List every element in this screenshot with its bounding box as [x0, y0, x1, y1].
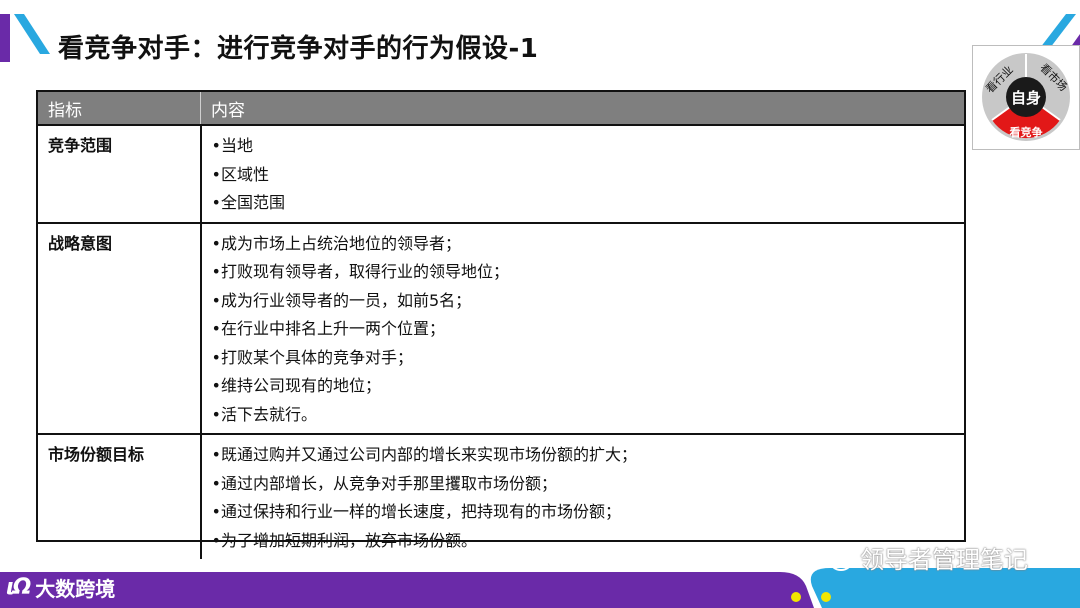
list-item: •在行业中排名上升一两个位置； [211, 319, 445, 338]
list-item: •维持公司现有的地位； [211, 376, 381, 395]
perspective-logo: 自身 看行业 看市场 看竞争 [972, 45, 1080, 150]
competitor-assumption-table: 指标 内容 竞争范围 •当地 •区域性 •全国范围 战略意图 •成为市场上占统治… [36, 90, 966, 559]
list-item: •成为市场上占统治地位的领导者； [211, 233, 461, 253]
list-item: •活下去就行。 [211, 404, 317, 424]
list-item: •既通过购并又通过公司内部的增长来实现市场份额的扩大； [211, 445, 637, 464]
row-label-share: 市场份额目标 [38, 433, 202, 559]
brand-logo: ιΩ 大数跨境 [6, 573, 115, 602]
list-item: •打败现有领导者，取得行业的领导地位； [211, 262, 509, 281]
header-content: 内容 [200, 92, 964, 125]
wechat-watermark: 领导者管理笔记 [818, 540, 1028, 575]
logo-competition-label: 看竞争 [1010, 125, 1043, 139]
perspective-ring-icon: 自身 看行业 看市场 看竞争 [982, 53, 1070, 141]
list-item: •成为行业领导者的一员，如前5名； [211, 290, 472, 310]
logo-center-label: 自身 [1011, 89, 1041, 107]
wechat-icon [819, 543, 852, 571]
row-content-intent: •成为市场上占统治地位的领导者； •打败现有领导者，取得行业的领导地位； •成为… [200, 221, 964, 434]
watermark-text: 领导者管理笔记 [860, 546, 1028, 574]
list-item: •全国范围 [211, 193, 285, 212]
list-item: •通过保持和行业一样的增长速度，把持现有的市场份额； [211, 502, 621, 521]
header-indicator: 指标 [38, 92, 201, 125]
corner-stripes-left [0, 14, 50, 62]
yellow-dot-right [821, 592, 831, 602]
row-label-scope: 竞争范围 [38, 124, 202, 223]
table-header-row: 指标 内容 [38, 92, 964, 125]
list-item: •区域性 [211, 164, 269, 184]
list-item: •打败某个具体的竞争对手； [211, 347, 413, 367]
page-title: 看竞争对手：进行竞争对手的行为假设-1 [58, 34, 539, 64]
brand-mark-icon: ιΩ [6, 575, 31, 600]
row-content-scope: •当地 •区域性 •全国范围 [200, 124, 964, 223]
brand-name: 大数跨境 [35, 577, 116, 601]
list-item: •当地 [211, 136, 253, 155]
list-item: •通过内部增长，从竞争对手那里攫取市场份额； [211, 473, 557, 493]
table-row: 战略意图 •成为市场上占统治地位的领导者； •打败现有领导者，取得行业的领导地位… [38, 221, 964, 434]
table-row: 竞争范围 •当地 •区域性 •全国范围 [38, 124, 964, 223]
assumption-table: 指标 内容 竞争范围 •当地 •区域性 •全国范围 战略意图 •成为市场上占统治… [38, 92, 964, 559]
yellow-dot-left [791, 592, 801, 602]
row-label-intent: 战略意图 [38, 221, 202, 434]
